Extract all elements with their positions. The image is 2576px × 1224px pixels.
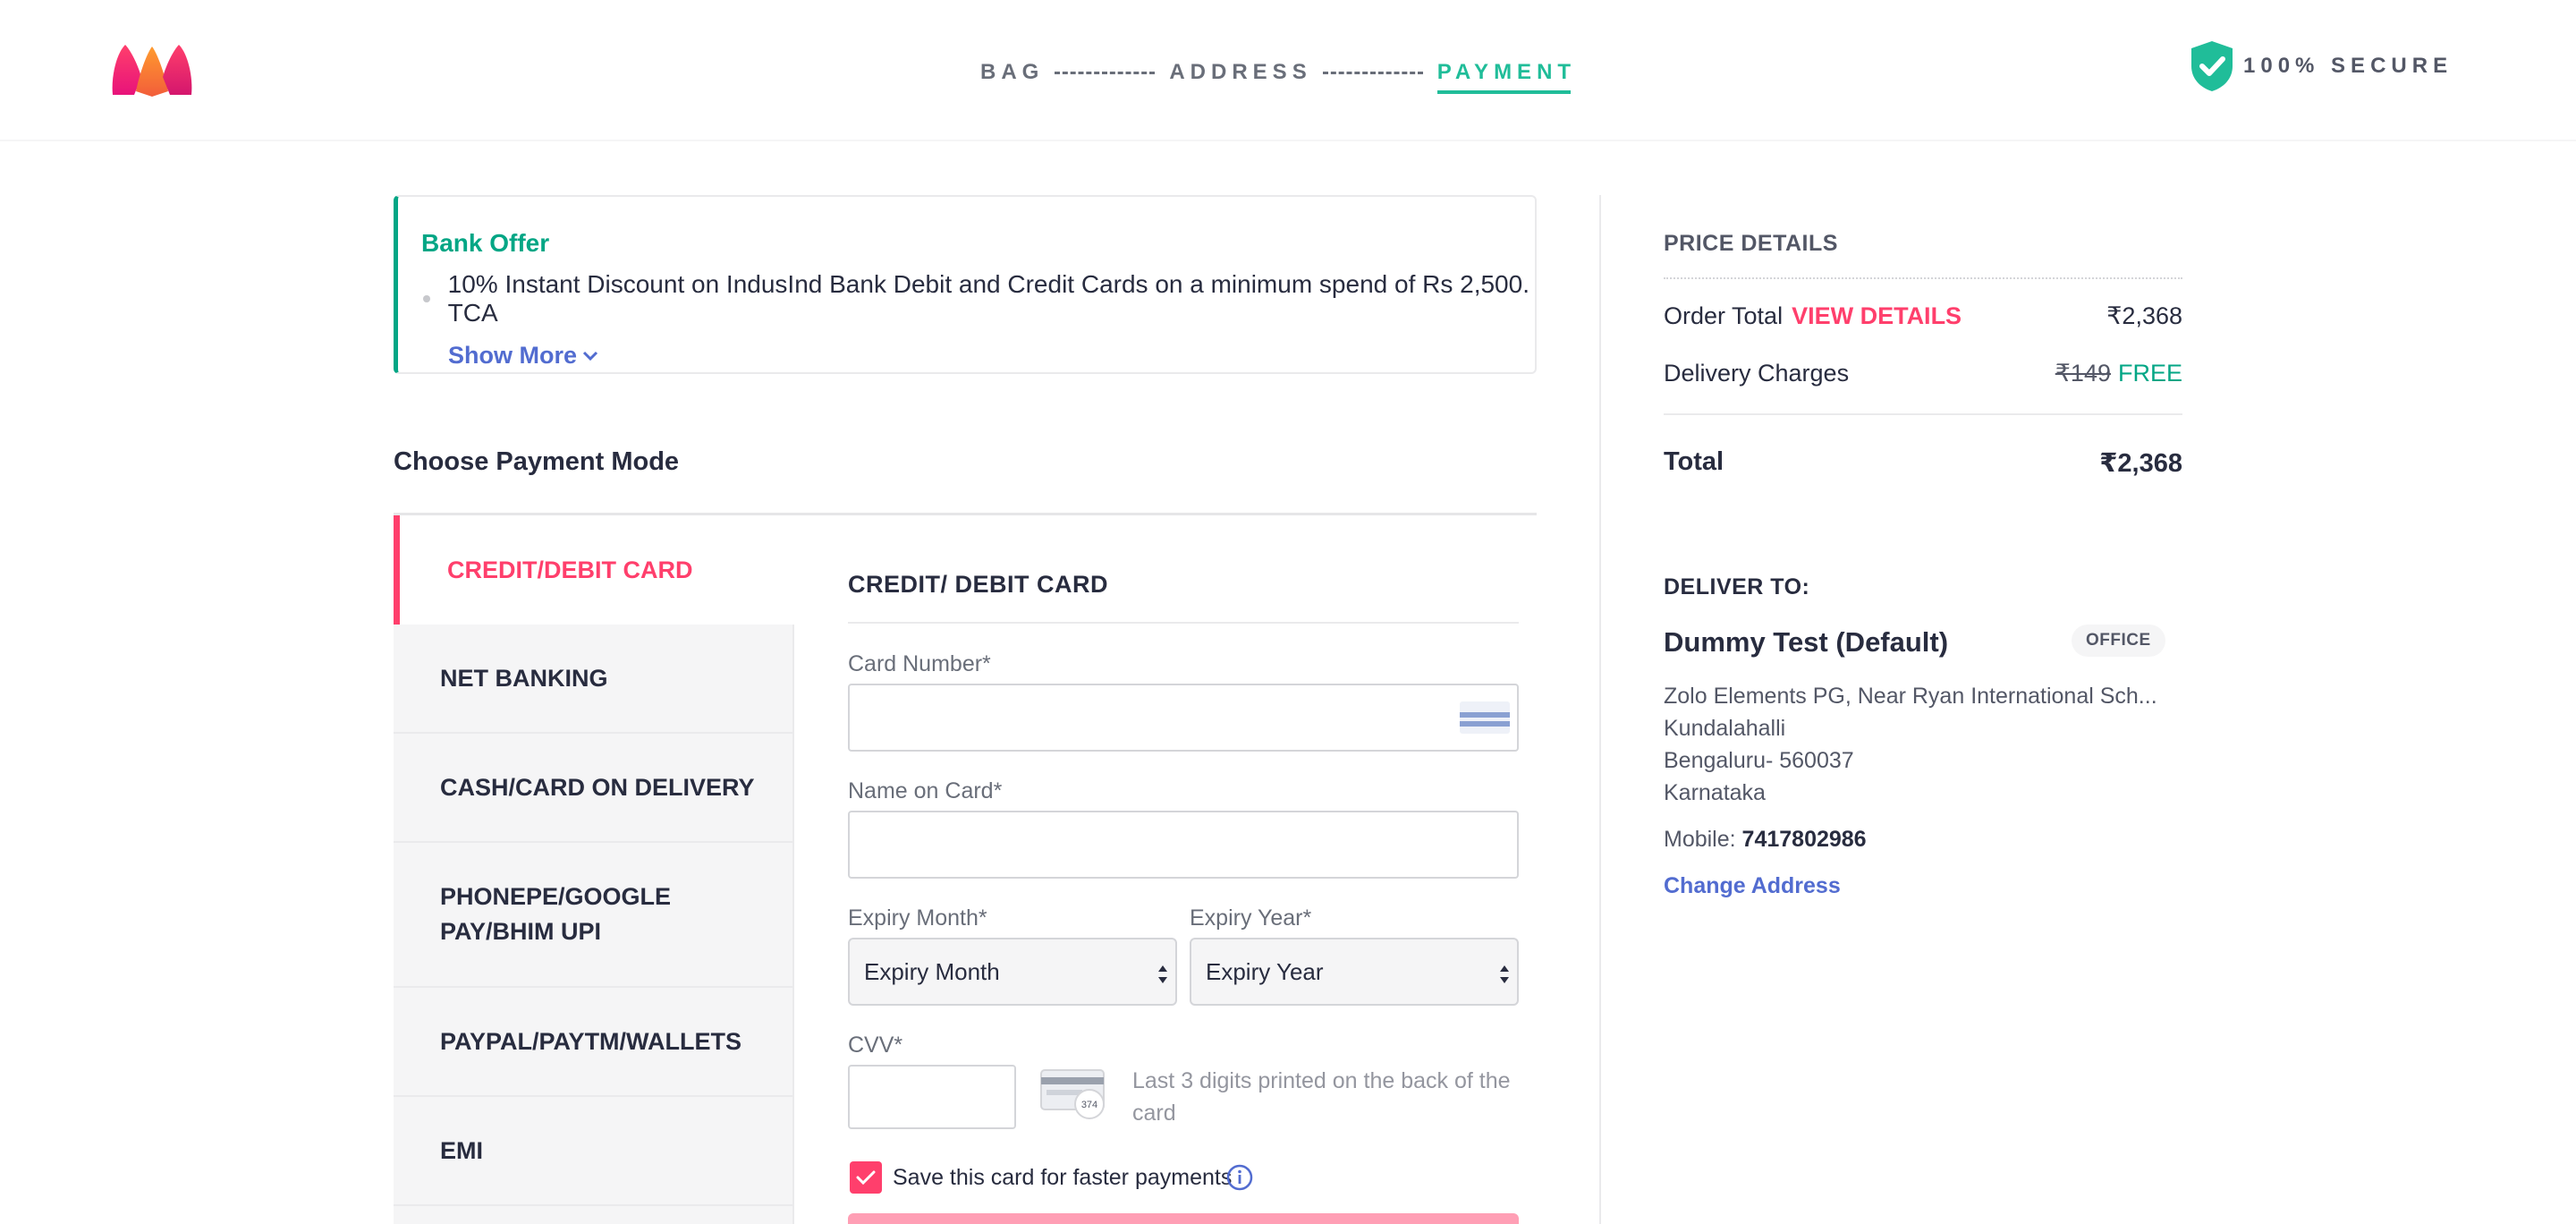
payment-mode-cash-on-delivery[interactable]: CASH/CARD ON DELIVERY xyxy=(394,734,794,843)
recipient-name: Dummy Test (Default) xyxy=(1664,626,1949,658)
address-line: Kundalahalli xyxy=(1664,716,1786,741)
pay-now-button[interactable] xyxy=(848,1213,1519,1224)
check-icon xyxy=(856,1170,876,1186)
divider xyxy=(1664,413,2182,415)
column-divider xyxy=(1599,195,1601,1224)
address-line: Zolo Elements PG, Near Ryan Internationa… xyxy=(1664,684,2157,709)
mobile-number: Mobile: 7417802986 xyxy=(1664,827,1867,853)
card-number-input[interactable] xyxy=(848,684,1519,752)
bank-offer-box: Bank Offer 10% Instant Discount on Indus… xyxy=(394,195,1537,374)
payment-mode-credit-debit-card[interactable]: CREDIT/DEBIT CARD xyxy=(394,515,794,625)
name-on-card-label: Name on Card* xyxy=(848,778,1003,803)
expiry-year-select[interactable]: Expiry Year xyxy=(1190,938,1519,1006)
cvv-card-icon: 374 xyxy=(1040,1069,1105,1119)
delivery-charges-row: Delivery Charges ₹149 FREE xyxy=(1664,360,2182,387)
select-arrows-icon xyxy=(1158,965,1167,983)
chevron-down-icon xyxy=(582,351,598,361)
payment-mode-list: CREDIT/DEBIT CARD NET BANKING CASH/CARD … xyxy=(394,515,794,1224)
total-value: ₹2,368 xyxy=(2099,449,2182,478)
step-address[interactable]: ADDRESS xyxy=(1169,60,1311,85)
step-bag[interactable]: BAG xyxy=(980,60,1044,85)
address-type-badge: OFFICE xyxy=(2072,625,2165,657)
payment-mode-net-banking[interactable]: NET BANKING xyxy=(394,625,794,734)
total-label: Total xyxy=(1664,447,1724,476)
expiry-year-label: Expiry Year* xyxy=(1190,905,1312,931)
delivery-charges-value: ₹149 FREE xyxy=(2055,360,2182,387)
info-icon[interactable] xyxy=(1225,1163,1254,1192)
cvv-sample-digits: 374 xyxy=(1081,1100,1097,1110)
payment-mode-upi[interactable]: PHONEPE/GOOGLE PAY/BHIM UPI xyxy=(394,843,794,988)
expiry-year-value: Expiry Year xyxy=(1206,957,1324,985)
save-card-label: Save this card for faster payments xyxy=(893,1165,1233,1190)
payment-mode-label: EMI xyxy=(440,1136,484,1164)
bank-offer-title: Bank Offer xyxy=(421,229,550,257)
cvv-input[interactable] xyxy=(848,1065,1016,1129)
choose-payment-title: Choose Payment Mode xyxy=(394,447,680,476)
payment-mode-more[interactable] xyxy=(394,1206,794,1224)
myntra-logo[interactable] xyxy=(111,41,193,98)
secure-text: 100% SECURE xyxy=(2243,54,2453,78)
card-form-title: CREDIT/ DEBIT CARD xyxy=(848,571,1108,598)
view-details-link[interactable]: VIEW DETAILS xyxy=(1792,302,1962,329)
shield-check-icon xyxy=(2191,41,2233,91)
mobile-label: Mobile: xyxy=(1664,827,1736,852)
checkout-steps: BAG ADDRESS PAYMENT xyxy=(980,55,1576,94)
divider xyxy=(1664,277,2182,279)
expiry-month-select[interactable]: Expiry Month xyxy=(848,938,1177,1006)
page-header: BAG ADDRESS PAYMENT 100% SECURE xyxy=(0,0,2576,141)
credit-card-icon xyxy=(1460,701,1510,734)
expiry-month-label: Expiry Month* xyxy=(848,905,987,931)
card-number-label: Card Number* xyxy=(848,651,991,676)
cvv-hint: Last 3 digits printed on the back of the… xyxy=(1132,1068,1511,1126)
bullet-dot xyxy=(423,295,430,302)
order-total-row: Order Total VIEW DETAILS ₹2,368 xyxy=(1664,302,2182,330)
address-line: Karnataka xyxy=(1664,780,1766,805)
bank-offer-text: 10% Instant Discount on IndusInd Bank De… xyxy=(447,270,1530,327)
select-arrows-icon xyxy=(1500,965,1509,983)
step-payment[interactable]: PAYMENT xyxy=(1436,60,1576,94)
show-more-link[interactable]: Show More xyxy=(448,342,1535,370)
total-row: Total ₹2,368 xyxy=(1664,447,2182,478)
step-divider xyxy=(1055,71,1156,74)
show-more-label: Show More xyxy=(448,342,578,369)
delivery-charges-label: Delivery Charges xyxy=(1664,360,1850,387)
payment-mode-emi[interactable]: EMI xyxy=(394,1097,794,1206)
change-address-link[interactable]: Change Address xyxy=(1664,873,1841,899)
payment-mode-label: NET BANKING xyxy=(440,664,608,692)
cvv-label: CVV* xyxy=(848,1033,903,1058)
name-on-card-input[interactable] xyxy=(848,811,1519,879)
address-line: Bengaluru- 560037 xyxy=(1664,748,1854,773)
delivery-original-price: ₹149 xyxy=(2055,360,2111,387)
secure-badge: 100% SECURE xyxy=(2188,39,2453,93)
step-divider xyxy=(1322,71,1423,74)
order-total-value: ₹2,368 xyxy=(2106,302,2182,329)
payment-mode-label: PAYPAL/PAYTM/WALLETS xyxy=(440,1027,742,1055)
payment-mode-label: CREDIT/DEBIT CARD xyxy=(447,556,693,583)
divider xyxy=(848,622,1519,624)
delivery-free-label: FREE xyxy=(2117,360,2182,387)
save-card-checkbox[interactable] xyxy=(850,1161,882,1194)
mobile-value: 7417802986 xyxy=(1741,827,1867,852)
order-total-label: Order Total xyxy=(1664,302,1784,329)
expiry-month-value: Expiry Month xyxy=(864,957,1000,985)
payment-mode-wallets[interactable]: PAYPAL/PAYTM/WALLETS xyxy=(394,988,794,1097)
bank-offer-item: 10% Instant Discount on IndusInd Bank De… xyxy=(421,270,1535,327)
payment-mode-label: PHONEPE/GOOGLE PAY/BHIM UPI xyxy=(440,883,672,945)
payment-mode-label: CASH/CARD ON DELIVERY xyxy=(440,773,755,801)
price-details-title: PRICE DETAILS xyxy=(1664,231,1838,256)
deliver-to-title: DELIVER TO: xyxy=(1664,574,1810,599)
